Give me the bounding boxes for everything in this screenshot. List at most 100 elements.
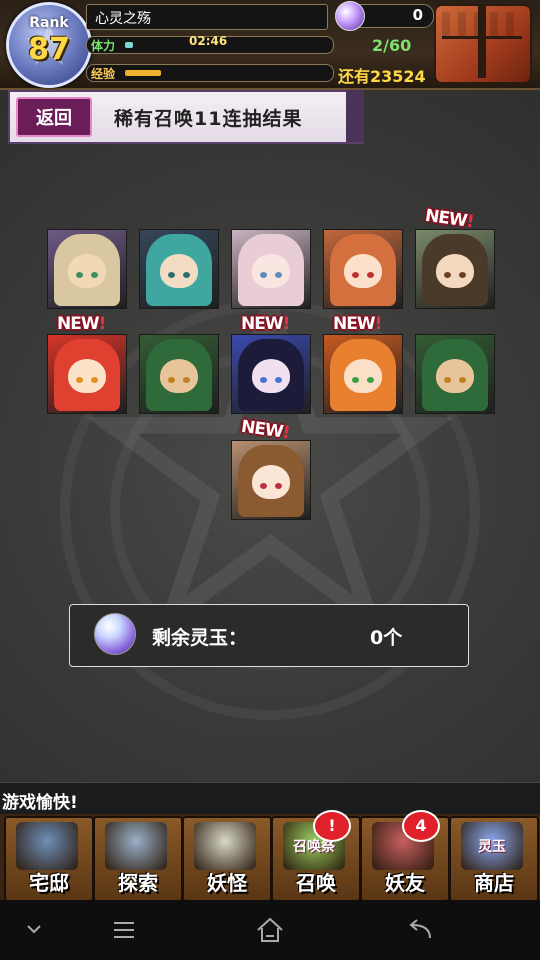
character-eye xyxy=(91,272,98,278)
character-eye xyxy=(76,377,83,383)
character-face xyxy=(252,359,290,393)
rank-label: Rank xyxy=(29,15,69,31)
yokai-card-3[interactable] xyxy=(231,229,311,309)
status-bar: ★ Rank 87 心灵之殇 体力 02:46 经验 0 2/60 还有2352… xyxy=(0,0,540,90)
new-badge-mark: ! xyxy=(98,314,107,334)
character-eye xyxy=(275,483,282,489)
yokai-card-6[interactable] xyxy=(47,334,127,414)
yokai-card-4[interactable] xyxy=(323,229,403,309)
character-eye xyxy=(459,377,466,383)
new-badge: NEW! xyxy=(57,314,107,334)
nav-friends-badge: 4 xyxy=(402,810,440,842)
back-arrow-icon[interactable] xyxy=(400,912,440,948)
character-face xyxy=(344,254,382,288)
character-face xyxy=(252,465,290,499)
new-badge-text: NEW xyxy=(241,314,284,334)
ticker-text: 游戏愉快! xyxy=(2,793,78,813)
home-icon[interactable] xyxy=(250,912,290,948)
nav-home-label: 宅邸 xyxy=(29,871,69,895)
stamina-bar: 体力 02:46 xyxy=(86,34,334,54)
exp-fill xyxy=(125,70,161,76)
character-eye xyxy=(168,272,175,278)
yokai-card-11[interactable] xyxy=(231,440,311,520)
nav-yokai-label: 妖怪 xyxy=(207,871,247,895)
header-banner: 返回 稀有召唤11连抽结果 xyxy=(8,90,364,144)
bottom-nav: 宅邸 探索 妖怪 召唤祭 召唤! 妖友 4 灵玉商店 xyxy=(0,810,540,900)
remaining-value: 0个 xyxy=(370,627,403,649)
character-eye xyxy=(76,272,83,278)
character-face xyxy=(160,254,198,288)
character-face xyxy=(436,254,474,288)
new-badge: NEW! xyxy=(241,314,291,334)
treasure-chest-icon[interactable] xyxy=(434,4,532,84)
nav-shop-tag: 灵玉 xyxy=(478,839,506,855)
character-eye xyxy=(352,272,359,278)
character-eye xyxy=(444,377,451,383)
stamina-label: 体力 xyxy=(91,39,116,53)
character-eye xyxy=(444,272,451,278)
character-face xyxy=(344,359,382,393)
nav-friends-button[interactable]: 妖友 4 xyxy=(360,810,450,900)
crystal-counter[interactable]: 0 xyxy=(335,1,434,31)
character-eye xyxy=(260,272,267,278)
character-eye xyxy=(352,377,359,383)
nav-home-icon xyxy=(16,822,78,870)
yokai-card-5[interactable] xyxy=(415,229,495,309)
back-button[interactable]: 返回 xyxy=(16,97,92,137)
character-eye xyxy=(260,377,267,383)
player-name-box: 心灵之殇 xyxy=(86,4,328,30)
menu-icon[interactable] xyxy=(104,912,144,948)
nav-friends-label: 妖友 xyxy=(385,871,425,895)
nav-home-button[interactable]: 宅邸 xyxy=(4,816,94,900)
game-screen: ★ Rank 87 心灵之殇 体力 02:46 经验 0 2/60 还有2352… xyxy=(0,0,540,900)
exp-label: 经验 xyxy=(91,67,116,81)
character-eye xyxy=(183,272,190,278)
yokai-card-8[interactable] xyxy=(231,334,311,414)
new-badge-text: NEW xyxy=(333,314,376,334)
system-nav-bar xyxy=(0,900,540,960)
nav-summon-button[interactable]: 召唤祭 召唤! xyxy=(271,810,361,900)
rank-value: 87 xyxy=(28,32,70,67)
remaining-jade-panel: 剩余灵玉： 0个 xyxy=(69,604,469,667)
remaining-label: 剩余灵玉： xyxy=(152,627,248,649)
chest-band xyxy=(478,6,486,78)
nav-yokai-icon xyxy=(194,822,256,870)
yokai-card-9[interactable] xyxy=(323,334,403,414)
new-badge-text: NEW xyxy=(57,314,100,334)
new-badge-mark: ! xyxy=(282,314,291,334)
character-face xyxy=(252,254,290,288)
new-badge: NEW! xyxy=(333,314,382,334)
spirit-jade-icon xyxy=(335,1,365,31)
character-eye xyxy=(367,272,374,278)
character-eye xyxy=(91,377,98,383)
character-eye xyxy=(183,377,190,383)
nav-yokai-button[interactable]: 妖怪 xyxy=(182,816,272,900)
new-badge-text: NEW xyxy=(423,205,468,232)
rank-badge[interactable]: ★ Rank 87 xyxy=(6,2,92,88)
exp-bar: 经验 xyxy=(86,64,334,82)
yokai-card-10[interactable] xyxy=(415,334,495,414)
character-eye xyxy=(168,377,175,383)
character-eye xyxy=(367,377,374,383)
character-face xyxy=(68,359,106,393)
nav-summon-label: 召唤 xyxy=(296,871,336,895)
character-eye xyxy=(260,483,267,489)
nav-shop-label: 商店 xyxy=(474,871,514,895)
back-button-label: 返回 xyxy=(36,108,72,129)
nav-shop-button[interactable]: 灵玉 商店 xyxy=(449,816,539,900)
nav-explore-button[interactable]: 探索 xyxy=(93,816,183,900)
character-face xyxy=(436,359,474,393)
banner-cap xyxy=(346,90,364,142)
stamina-value: 2/60 xyxy=(372,36,412,55)
crystal-count: 0 xyxy=(412,6,423,24)
yokai-card-7[interactable] xyxy=(139,334,219,414)
player-name: 心灵之殇 xyxy=(95,11,151,27)
spirit-jade-orb-icon xyxy=(94,613,136,655)
nav-explore-icon xyxy=(105,822,167,870)
yokai-card-1[interactable] xyxy=(47,229,127,309)
page-title: 稀有召唤11连抽结果 xyxy=(114,108,303,130)
character-eye xyxy=(459,272,466,278)
stamina-fill xyxy=(125,42,133,48)
yokai-card-2[interactable] xyxy=(139,229,219,309)
chevron-down-icon[interactable] xyxy=(14,912,54,948)
